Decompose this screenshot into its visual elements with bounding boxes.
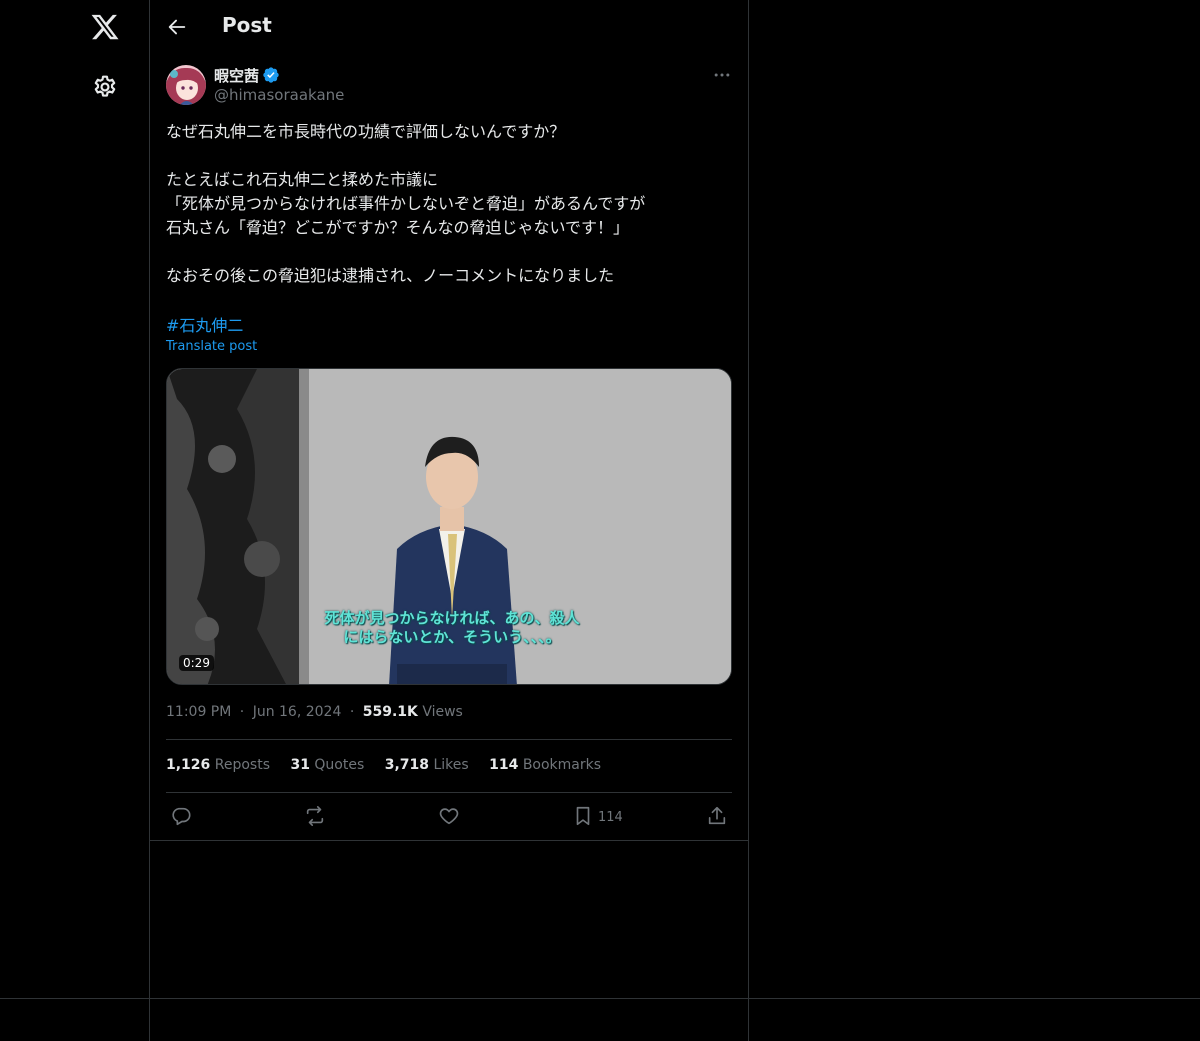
views-count: 559.1K bbox=[362, 704, 418, 720]
post-detail-column: Post 暇空茜 @himasoraakane なぜ石丸伸二を市長時代の功績で評… bbox=[150, 0, 749, 1041]
video-duration: 0:29 bbox=[179, 655, 214, 671]
post-date[interactable]: Jun 16, 2024 bbox=[253, 704, 342, 720]
divider bbox=[166, 739, 732, 740]
verified-badge-icon bbox=[263, 67, 279, 83]
repost-icon[interactable] bbox=[304, 805, 326, 827]
video-player[interactable]: 死体が見つからなければ、あの、殺人 にはらないとか、そういう、、、。 0:29 bbox=[166, 368, 732, 685]
post-text: なぜ石丸伸二を市長時代の功績で評価しないんですか？ たとえばこれ石丸伸二と揉めた… bbox=[166, 120, 732, 288]
views-label: Views bbox=[422, 704, 463, 720]
engagement-stats: 1,126 Reposts 31 Quotes 3,718 Likes 114 … bbox=[166, 757, 617, 773]
bookmark-icon[interactable] bbox=[572, 805, 594, 827]
video-subtitle: 死体が見つからなければ、あの、殺人 にはらないとか、そういう、、、。 bbox=[324, 609, 580, 646]
bottom-divider bbox=[0, 998, 1200, 999]
post-paragraph: たとえばこれ石丸伸二と揉めた市議に 「死体が見つからなければ事件かしないぞと脅迫… bbox=[166, 170, 646, 237]
x-logo-icon[interactable] bbox=[90, 12, 120, 42]
meta-separator: · bbox=[349, 704, 355, 720]
post-paragraph: なおその後この脅迫犯は逮捕され、ノーコメントになりました bbox=[166, 266, 615, 285]
reposts-stat[interactable]: 1,126 Reposts bbox=[166, 757, 270, 773]
likes-label: Likes bbox=[433, 757, 469, 773]
back-arrow-icon[interactable] bbox=[166, 16, 188, 38]
quotes-stat[interactable]: 31 Quotes bbox=[290, 757, 364, 773]
avatar-image bbox=[166, 65, 206, 105]
post-header: Post bbox=[150, 0, 748, 54]
share-icon[interactable] bbox=[706, 805, 728, 827]
divider bbox=[166, 792, 732, 793]
likes-stat[interactable]: 3,718 Likes bbox=[385, 757, 469, 773]
bookmarks-label: Bookmarks bbox=[522, 757, 602, 773]
post-paragraph: なぜ石丸伸二を市長時代の功績で評価しないんですか？ bbox=[166, 122, 566, 141]
post-time[interactable]: 11:09 PM bbox=[166, 704, 231, 720]
avatar[interactable] bbox=[166, 65, 206, 105]
reposts-label: Reposts bbox=[214, 757, 270, 773]
bookmarks-stat[interactable]: 114 Bookmarks bbox=[489, 757, 601, 773]
likes-count: 3,718 bbox=[384, 757, 429, 773]
bookmark-count: 114 bbox=[598, 810, 623, 825]
display-name[interactable]: 暇空茜 bbox=[214, 65, 259, 86]
reply-icon[interactable] bbox=[170, 805, 192, 827]
bookmarks-count: 114 bbox=[489, 757, 519, 773]
gear-icon[interactable] bbox=[92, 74, 118, 100]
translate-post-link[interactable]: Translate post bbox=[166, 339, 257, 354]
user-handle[interactable]: @himasoraakane bbox=[214, 86, 344, 104]
quotes-label: Quotes bbox=[314, 757, 365, 773]
divider bbox=[150, 840, 748, 841]
page-title: Post bbox=[222, 13, 272, 37]
hashtag-link[interactable]: #石丸伸二 bbox=[166, 312, 243, 336]
post-meta: 11:09 PM · Jun 16, 2024 · 559.1K Views bbox=[166, 704, 463, 720]
meta-separator: · bbox=[239, 704, 245, 720]
quotes-count: 31 bbox=[290, 757, 310, 773]
more-options-icon[interactable] bbox=[712, 65, 732, 85]
reposts-count: 1,126 bbox=[166, 757, 211, 773]
left-nav bbox=[0, 0, 150, 1041]
like-icon[interactable] bbox=[438, 805, 460, 827]
